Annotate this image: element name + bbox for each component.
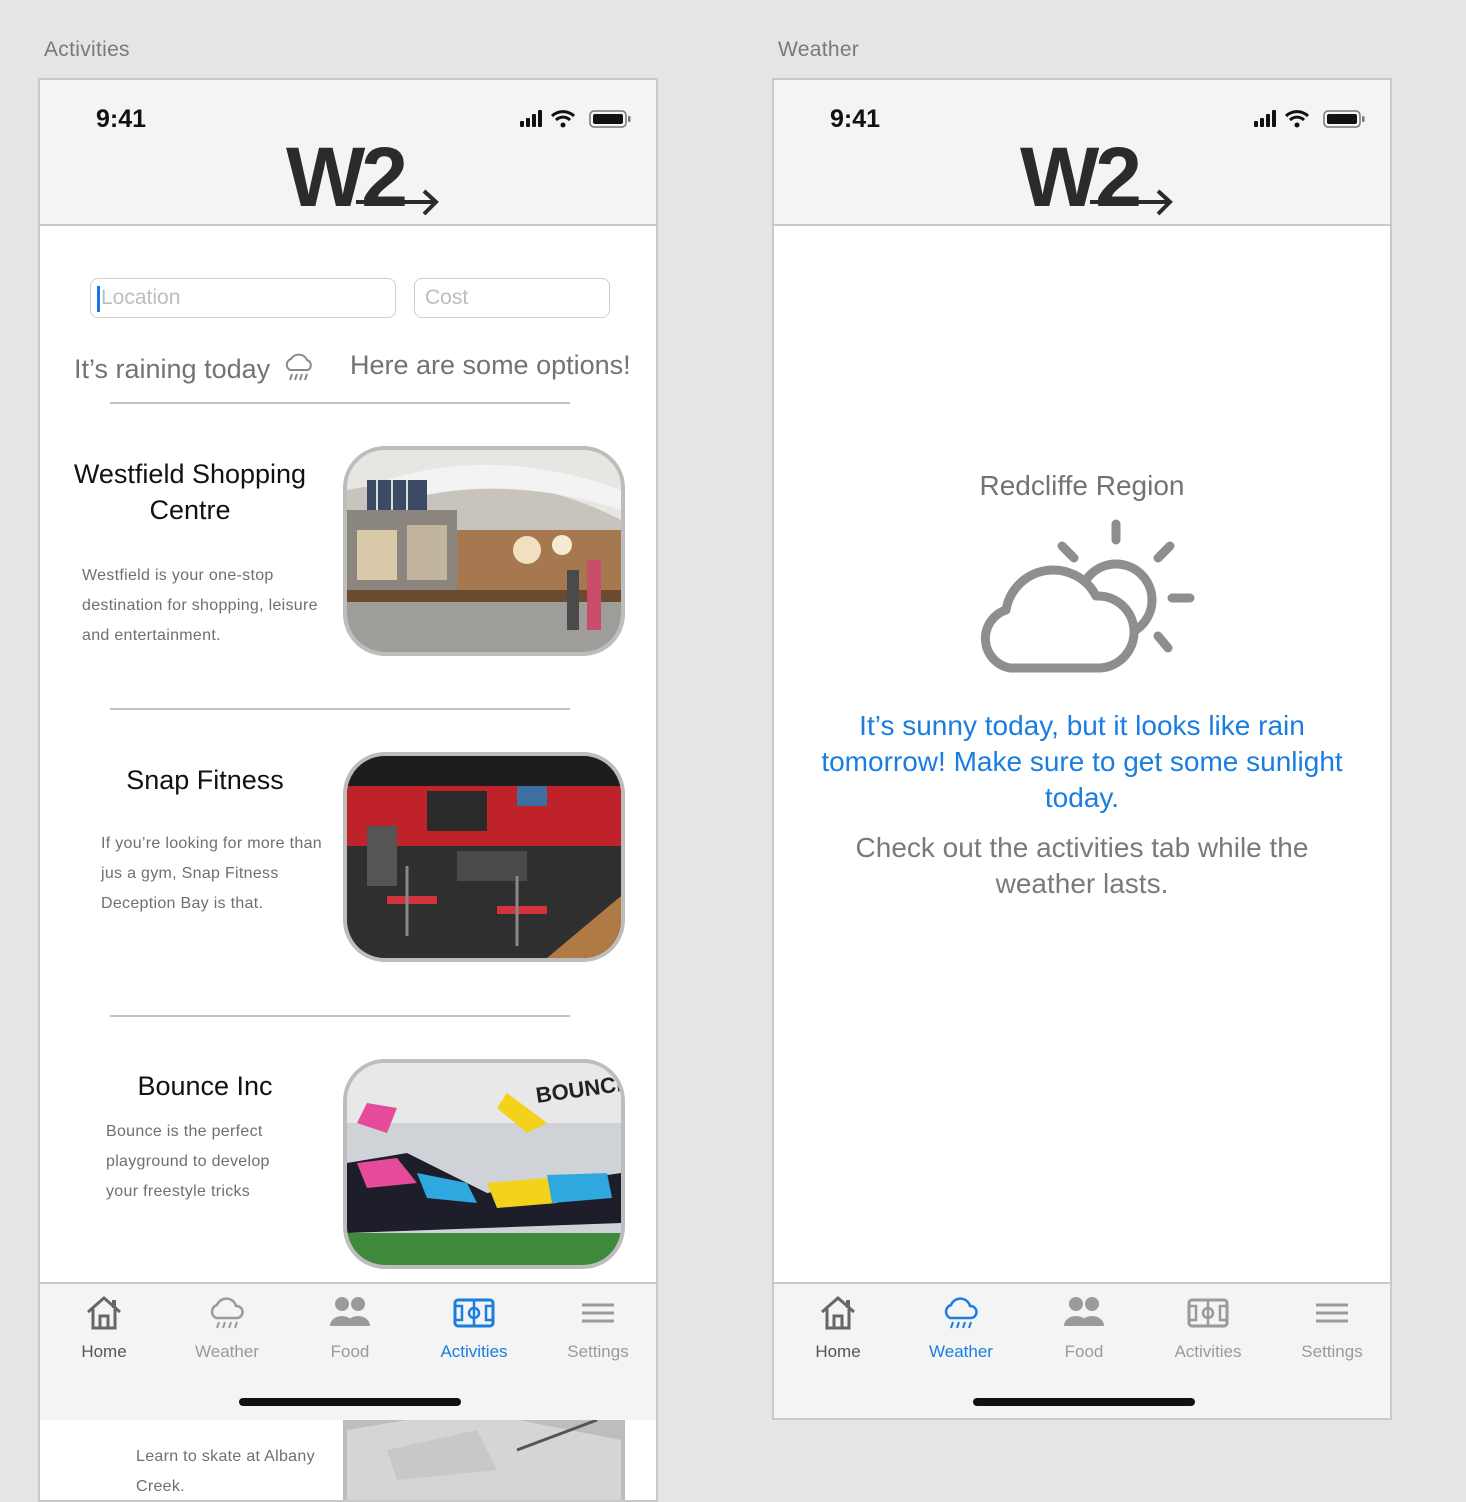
tab-home[interactable]: Home <box>776 1294 900 1362</box>
field-icon <box>453 1298 495 1328</box>
wifi-icon <box>1284 110 1310 128</box>
rain-cloud-icon <box>285 353 312 381</box>
tab-home[interactable]: Home <box>42 1294 166 1362</box>
frame-title-activities: Activities <box>44 38 130 61</box>
location-input[interactable] <box>90 278 396 318</box>
tab-bar: Home Weather Food Activities Settings <box>774 1282 1390 1418</box>
activities-screen: It’s raining today Here are some options… <box>38 78 658 1502</box>
divider <box>110 708 570 710</box>
tab-weather-label: Weather <box>195 1342 259 1361</box>
tab-food-label: Food <box>1064 1342 1104 1361</box>
weather-screen: 9:41 W2 Redcliffe Region It’s sunny toda… <box>772 78 1392 1420</box>
status-icons <box>1254 110 1365 128</box>
status-time: 9:41 <box>830 105 881 133</box>
status-time: 9:41 <box>96 105 147 133</box>
app-header: 9:41 W2 <box>774 80 1390 226</box>
home-icon <box>87 1296 121 1330</box>
tab-food[interactable]: Food <box>1022 1294 1146 1362</box>
divider <box>110 402 570 404</box>
card-title-bounce: Bounce Inc <box>137 1071 273 1101</box>
tab-settings[interactable]: Settings <box>1270 1294 1390 1362</box>
tab-weather[interactable]: Weather <box>165 1294 289 1362</box>
field-icon <box>1187 1298 1229 1328</box>
tab-food-label: Food <box>330 1342 370 1361</box>
w2-logo-text: W2 <box>1020 130 1139 220</box>
card-desc-snap-fitness: If you’re looking for more than jus a gy… <box>101 835 322 912</box>
card-desc-bounce: Bounce is the perfect playground to deve… <box>106 1123 270 1200</box>
tab-bar: Home Weather Food Activities Settings <box>40 1282 656 1420</box>
wifi-icon <box>550 110 576 128</box>
tab-settings-label: Settings <box>1301 1342 1363 1361</box>
tab-activities-label: Activities <box>1174 1342 1242 1361</box>
card-desc-westfield: Westfield is your one-stop destination f… <box>82 567 318 644</box>
w2-logo-text: W2 <box>286 130 405 220</box>
weather-note-text: It’s raining today <box>74 354 271 384</box>
frame-title-weather: Weather <box>778 38 860 61</box>
home-indicator[interactable] <box>239 1398 461 1406</box>
tab-activities[interactable]: Activities <box>1146 1294 1270 1362</box>
weather-note: It’s raining today <box>74 350 316 385</box>
tab-home-label: Home <box>81 1342 127 1361</box>
tab-settings[interactable]: Settings <box>536 1294 656 1362</box>
card-title-westfield: Westfield Shopping Centre <box>73 459 307 525</box>
tab-food[interactable]: Food <box>288 1294 412 1362</box>
tab-activities-label: Activities <box>440 1342 508 1361</box>
divider <box>110 1015 570 1017</box>
w2-logo: W2 <box>1020 130 1173 220</box>
people-icon <box>330 1297 370 1326</box>
tab-activities[interactable]: Activities <box>412 1294 536 1362</box>
people-icon <box>1064 1297 1104 1326</box>
app-header: 9:41 W2 <box>40 80 656 226</box>
gym-photo[interactable] <box>343 752 625 962</box>
cost-input[interactable] <box>414 278 610 318</box>
tab-settings-label: Settings <box>567 1342 629 1361</box>
partly-cloudy-icon <box>980 519 1195 673</box>
options-note: Here are some options! <box>350 350 631 380</box>
card-desc-skate: Learn to skate at Albany Creek. <box>136 1448 315 1495</box>
card-title-snap-fitness: Snap Fitness <box>126 765 284 795</box>
signal-icon <box>520 110 542 127</box>
menu-lines-icon <box>1316 1303 1348 1323</box>
tab-weather-label: Weather <box>929 1342 993 1361</box>
tab-weather[interactable]: Weather <box>899 1294 1023 1362</box>
sunny-message: It’s sunny today, but it looks like rain… <box>821 710 1343 813</box>
rain-cloud-icon <box>944 1297 978 1329</box>
tab-home-label: Home <box>815 1342 861 1361</box>
battery-icon <box>589 110 631 128</box>
region-label: Redcliffe Region <box>979 470 1185 501</box>
battery-icon <box>1323 110 1365 128</box>
shopping-mall-photo[interactable] <box>343 446 625 656</box>
text-caret <box>97 286 100 312</box>
menu-lines-icon <box>582 1303 614 1323</box>
home-icon <box>821 1296 855 1330</box>
home-indicator[interactable] <box>973 1398 1195 1406</box>
signal-icon <box>1254 110 1276 127</box>
status-icons <box>520 110 631 128</box>
w2-logo: W2 <box>286 130 439 220</box>
activities-suggestion: Check out the activities tab while the w… <box>855 832 1309 899</box>
rain-cloud-icon <box>210 1297 244 1329</box>
trampoline-park-photo[interactable]: BOUNCE <box>343 1059 625 1269</box>
